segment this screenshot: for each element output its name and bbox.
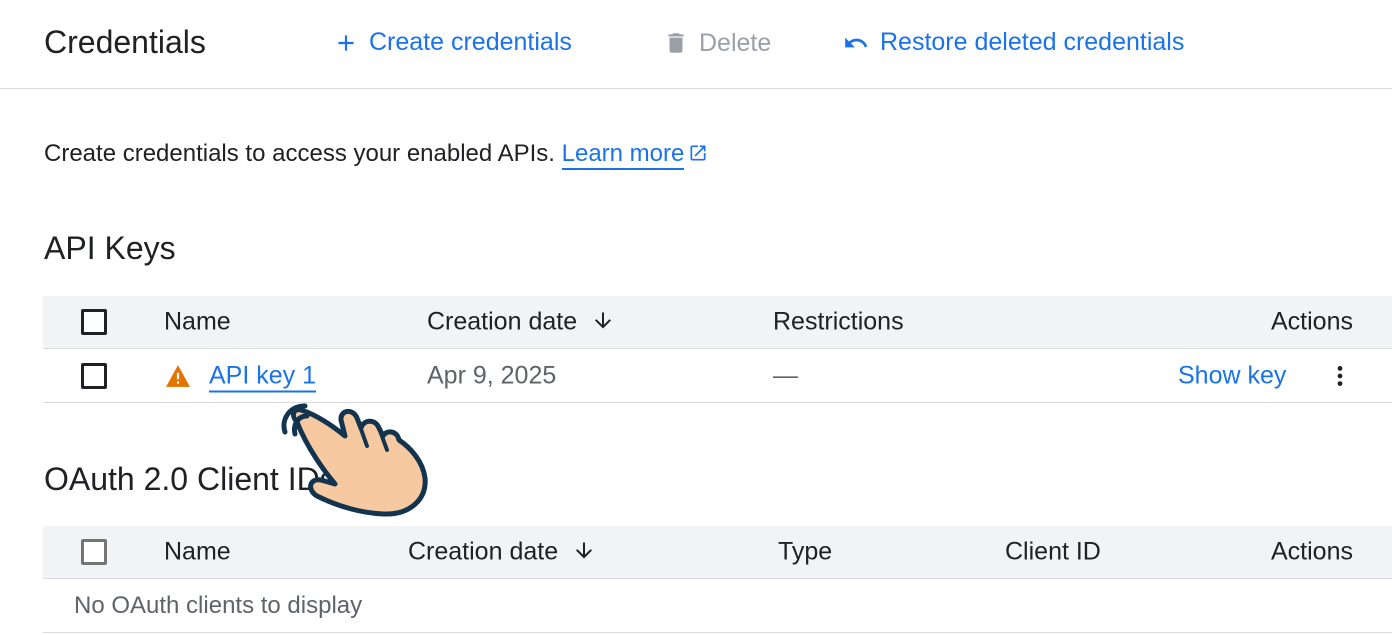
restore-label: Restore deleted credentials <box>880 28 1185 56</box>
api-key-name: API key 1 <box>209 361 316 392</box>
row-checkbox[interactable] <box>81 362 107 389</box>
show-key-button[interactable]: Show key <box>1178 361 1286 390</box>
table-header: Name Creation date Restrictions Actions <box>43 296 1392 349</box>
column-header-actions: Actions <box>1271 537 1353 566</box>
intro-description: Create credentials to access your enable… <box>44 140 555 167</box>
api-key-creation-date: Apr 9, 2025 <box>427 361 557 389</box>
restore-deleted-credentials-button[interactable]: Restore deleted credentials <box>842 28 1184 57</box>
table-header: Name Creation date Type Client ID Action… <box>43 526 1392 579</box>
table-row: API key 1 Apr 9, 2025 — Show key <box>43 349 1392 403</box>
learn-more-label: Learn more <box>561 140 685 167</box>
external-link-icon <box>690 145 706 161</box>
page-title: Credentials <box>44 24 206 60</box>
learn-more-link[interactable]: Learn more <box>561 140 685 170</box>
api-key-name-link[interactable]: API key 1 <box>209 361 316 392</box>
column-header-client-id: Client ID <box>1005 537 1101 566</box>
toolbar: Credentials Create credentials Delete Re… <box>0 0 1392 89</box>
intro-text: Create credentials to access your enable… <box>44 140 708 170</box>
api-keys-title: API Keys <box>44 230 176 266</box>
arrow-down-icon <box>576 542 593 559</box>
arrow-down-icon <box>595 312 612 329</box>
empty-row: No OAuth clients to display <box>43 579 1392 633</box>
select-all-checkbox[interactable] <box>81 539 107 565</box>
column-header-creation-date[interactable]: Creation date <box>408 538 596 567</box>
undo-icon <box>845 37 868 47</box>
create-credentials-button[interactable]: Create credentials <box>333 28 572 57</box>
trash-icon <box>668 33 684 53</box>
api-key-restrictions: — <box>773 361 798 389</box>
pointing-hand-icon <box>281 403 428 517</box>
delete-label: Delete <box>699 28 772 57</box>
more-vert-icon[interactable] <box>1327 360 1353 392</box>
column-header-actions: Actions <box>1271 307 1353 336</box>
plus-icon <box>338 34 354 51</box>
delete-button[interactable]: Delete <box>663 28 771 58</box>
creation-date-label: Creation date <box>408 537 559 566</box>
empty-state-text: No OAuth clients to display <box>74 591 363 619</box>
select-all-checkbox[interactable] <box>81 309 107 335</box>
warning-triangle-icon <box>166 365 190 387</box>
creation-date-label: Creation date <box>427 307 578 336</box>
column-header-name[interactable]: Name <box>164 308 231 337</box>
api-keys-table: Name Creation date Restrictions Actions … <box>43 296 1392 403</box>
column-header-restrictions: Restrictions <box>773 307 904 336</box>
column-header-name[interactable]: Name <box>164 538 231 567</box>
create-credentials-label: Create credentials <box>369 28 572 56</box>
oauth-table: Name Creation date Type Client ID Action… <box>43 526 1392 633</box>
column-header-creation-date[interactable]: Creation date <box>427 308 615 337</box>
column-header-type[interactable]: Type <box>778 538 832 567</box>
